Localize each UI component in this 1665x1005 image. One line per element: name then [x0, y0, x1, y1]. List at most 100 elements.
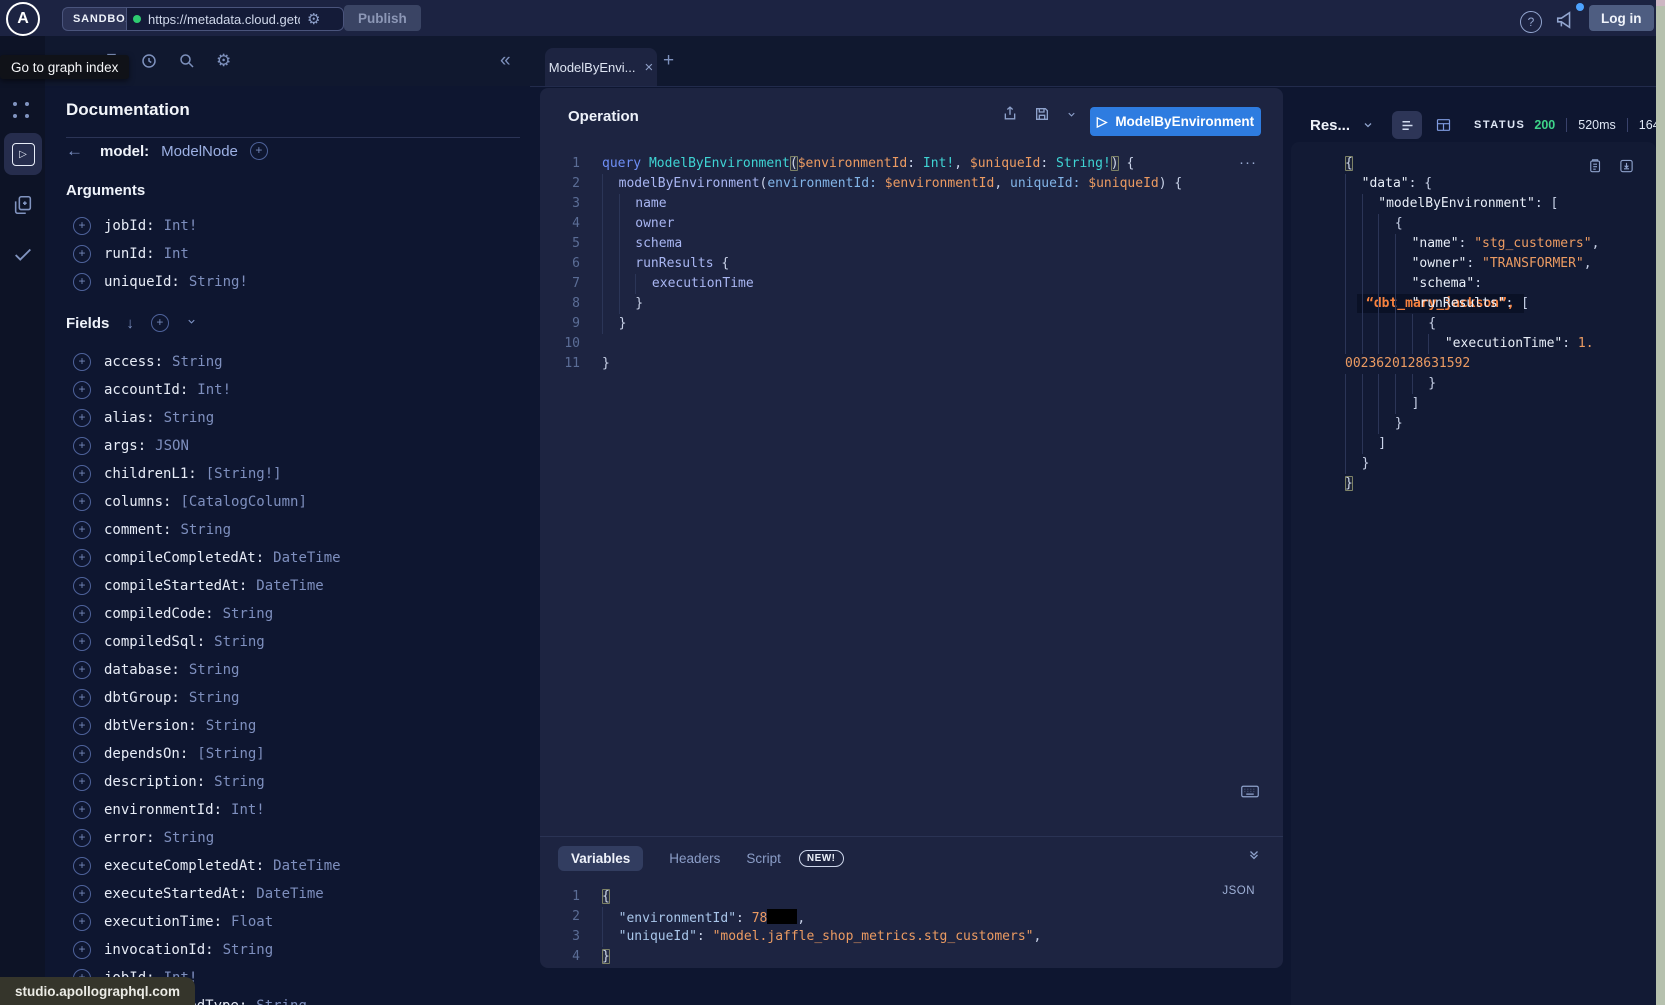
operation-editor[interactable]: 1query ModelByEnvironment($environmentId…: [540, 154, 1283, 374]
sort-fields-icon[interactable]: ↓: [126, 315, 134, 332]
doc-field-row[interactable]: +database:String: [45, 656, 530, 684]
tab-script[interactable]: Script: [746, 851, 781, 866]
doc-field-row[interactable]: +columns:[CatalogColumn]: [45, 488, 530, 516]
doc-field-row[interactable]: +access:String: [45, 348, 530, 376]
checks-nav-item[interactable]: [0, 244, 45, 266]
tab-variables[interactable]: Variables: [558, 846, 643, 871]
add-field-to-operation-icon[interactable]: +: [73, 245, 91, 263]
line-number: 3: [540, 194, 580, 214]
doc-field-row[interactable]: +executionTime:Float: [45, 908, 530, 936]
doc-field-row[interactable]: +executeCompletedAt:DateTime: [45, 852, 530, 880]
login-button[interactable]: Log in: [1589, 5, 1654, 31]
chevron-down-icon[interactable]: [186, 314, 197, 332]
schema-nav-item[interactable]: [0, 194, 45, 216]
share-operation-icon[interactable]: [1002, 105, 1018, 127]
save-operation-icon[interactable]: [1034, 106, 1050, 127]
doc-field-row[interactable]: +runId:Int: [45, 240, 530, 268]
doc-field-row[interactable]: +compileCompletedAt:DateTime: [45, 544, 530, 572]
add-field-to-operation-icon[interactable]: +: [73, 633, 91, 651]
add-field-to-operation-icon[interactable]: +: [73, 353, 91, 371]
endpoint-url-input[interactable]: https://metadata.cloud.getd ⚙: [126, 7, 344, 31]
doc-field-row[interactable]: +alias:String: [45, 404, 530, 432]
keyboard-shortcuts-icon[interactable]: [1241, 785, 1259, 803]
back-arrow-icon[interactable]: ←: [66, 141, 88, 161]
add-field-to-operation-icon[interactable]: +: [73, 689, 91, 707]
graph-index-icon[interactable]: [11, 102, 31, 120]
save-options-chevron-icon[interactable]: [1066, 107, 1077, 125]
add-field-to-operation-icon[interactable]: +: [73, 549, 91, 567]
add-field-to-operation-icon[interactable]: +: [73, 577, 91, 595]
line-number: 5: [540, 234, 580, 254]
type-name-link[interactable]: ModelNode: [161, 143, 238, 160]
response-panel-title[interactable]: Res...: [1310, 117, 1350, 134]
field-type: String: [223, 606, 274, 622]
add-field-to-operation-icon[interactable]: +: [73, 521, 91, 539]
doc-field-row[interactable]: +dbtVersion:String: [45, 712, 530, 740]
new-tab-icon[interactable]: +: [663, 48, 674, 74]
add-field-to-operation-icon[interactable]: +: [73, 493, 91, 511]
code-line: 4}: [540, 947, 1283, 967]
add-field-to-operation-icon[interactable]: +: [73, 717, 91, 735]
add-field-to-operation-icon[interactable]: +: [73, 745, 91, 763]
doc-field-row[interactable]: +accountId:Int!: [45, 376, 530, 404]
announcements-megaphone-icon[interactable]: [1554, 10, 1576, 35]
response-dropdown-chevron-icon[interactable]: [1362, 119, 1374, 131]
raw-view-toggle[interactable]: [1392, 111, 1422, 139]
add-fields-icon[interactable]: +: [151, 314, 169, 332]
doc-field-row[interactable]: +description:String: [45, 768, 530, 796]
add-field-to-operation-icon[interactable]: +: [73, 217, 91, 235]
add-field-to-operation-icon[interactable]: +: [73, 437, 91, 455]
add-field-to-operation-icon[interactable]: +: [73, 465, 91, 483]
add-field-to-operation-icon[interactable]: +: [73, 829, 91, 847]
field-name: uniqueId:: [104, 274, 180, 290]
help-icon[interactable]: ?: [1520, 11, 1542, 33]
collapse-sidebar-icon[interactable]: «: [500, 49, 511, 73]
doc-field-row[interactable]: +args:JSON: [45, 432, 530, 460]
add-field-to-operation-icon[interactable]: +: [73, 661, 91, 679]
doc-field-row[interactable]: +compiledCode:String: [45, 600, 530, 628]
add-field-to-operation-icon[interactable]: +: [73, 885, 91, 903]
operation-tab[interactable]: ModelByEnvi... ×: [545, 48, 657, 86]
add-field-to-operation-icon[interactable]: +: [73, 605, 91, 623]
tab-headers[interactable]: Headers: [669, 851, 720, 866]
response-json[interactable]: {"data": {"modelByEnvironment": [{"name"…: [1291, 142, 1656, 494]
add-field-to-operation-icon[interactable]: +: [73, 409, 91, 427]
doc-field-row[interactable]: +dbtGroup:String: [45, 684, 530, 712]
tab-close-icon[interactable]: ×: [644, 59, 653, 76]
endpoint-url-text[interactable]: https://metadata.cloud.getd: [148, 12, 300, 27]
doc-field-row[interactable]: +environmentId:Int!: [45, 796, 530, 824]
apollo-logo-icon[interactable]: A: [6, 2, 40, 36]
add-field-to-operation-icon[interactable]: +: [73, 273, 91, 291]
doc-field-row[interactable]: +dependsOn:[String]: [45, 740, 530, 768]
doc-field-row[interactable]: +executeStartedAt:DateTime: [45, 880, 530, 908]
variables-editor[interactable]: 1{2"environmentId": 78###,3"uniqueId": "…: [540, 887, 1283, 967]
add-field-to-operation-icon[interactable]: +: [73, 773, 91, 791]
doc-field-row[interactable]: +compiledSql:String: [45, 628, 530, 656]
history-icon[interactable]: [140, 52, 158, 70]
top-bar: A SANDBOX https://metadata.cloud.getd ⚙ …: [0, 0, 1665, 36]
table-view-toggle[interactable]: [1435, 117, 1452, 133]
explorer-nav-item[interactable]: ▷: [4, 133, 42, 175]
add-field-to-operation-icon[interactable]: +: [73, 941, 91, 959]
publish-button[interactable]: Publish: [344, 5, 421, 31]
doc-field-row[interactable]: +comment:String: [45, 516, 530, 544]
add-all-fields-icon[interactable]: +: [250, 142, 268, 160]
add-field-to-operation-icon[interactable]: +: [73, 381, 91, 399]
doc-field-row[interactable]: +uniqueId:String!: [45, 268, 530, 296]
add-field-to-operation-icon[interactable]: +: [73, 801, 91, 819]
code-line: }: [1323, 414, 1656, 434]
window-edge-strip: [1656, 0, 1665, 1005]
endpoint-settings-gear-icon[interactable]: ⚙: [307, 12, 320, 27]
collapse-variables-icon[interactable]: [1247, 848, 1261, 867]
run-operation-button[interactable]: ▷ ModelByEnvironment: [1090, 107, 1261, 136]
add-field-to-operation-icon[interactable]: +: [73, 857, 91, 875]
line-number: 1: [540, 887, 580, 907]
add-field-to-operation-icon[interactable]: +: [73, 913, 91, 931]
doc-field-row[interactable]: +compileStartedAt:DateTime: [45, 572, 530, 600]
search-icon[interactable]: [178, 52, 196, 70]
settings-gear-icon[interactable]: ⚙: [216, 52, 231, 70]
doc-field-row[interactable]: +invocationId:String: [45, 936, 530, 964]
doc-field-row[interactable]: +jobId:Int!: [45, 212, 530, 240]
doc-field-row[interactable]: +childrenL1:[String!]: [45, 460, 530, 488]
doc-field-row[interactable]: +error:String: [45, 824, 530, 852]
